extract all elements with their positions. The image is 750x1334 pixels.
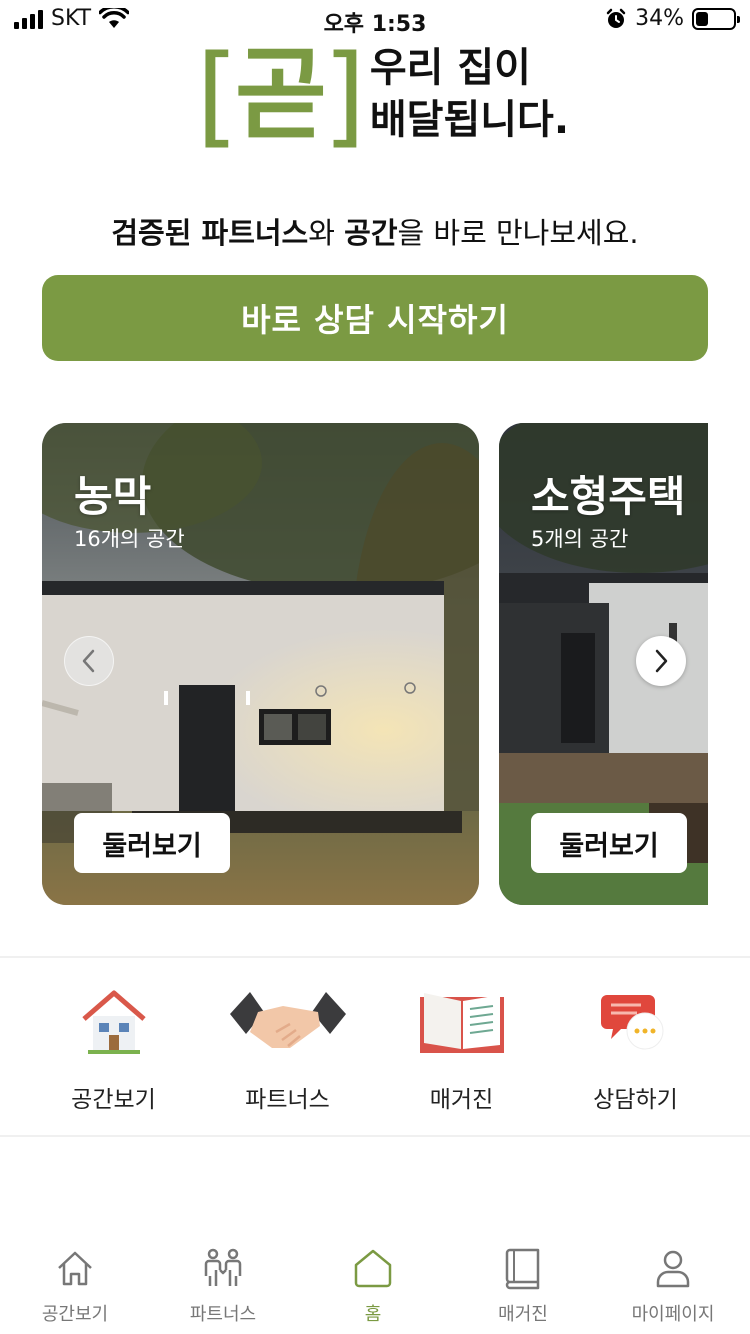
house-icon xyxy=(26,982,201,1062)
chevron-left-icon xyxy=(82,649,95,673)
alarm-clock-icon xyxy=(606,8,626,28)
quick-menu: 공간보기 파트너스 매거진 상담하기 xyxy=(0,960,750,1135)
space-carousel[interactable]: 농막 16개의 공간 둘러보기 소형주택 5개의 공간 둘러보기 xyxy=(42,423,708,905)
carousel-card-farm-hut[interactable]: 농막 16개의 공간 둘러보기 xyxy=(42,423,479,905)
tab-magazine[interactable]: 매거진 xyxy=(448,1244,598,1326)
status-bar: SKT 오후 1:53 34% xyxy=(0,0,750,40)
brand-logo: [ 곧 ] 우리 집이 배달됩니다. xyxy=(196,40,569,150)
house-outline-icon xyxy=(0,1244,150,1292)
tagline-rest: 을 바로 만나보세요. xyxy=(397,216,639,250)
handshake-icon xyxy=(200,982,375,1062)
tab-label: 홈 xyxy=(364,1304,382,1325)
quick-menu-consult[interactable]: 상담하기 xyxy=(548,982,723,1114)
quick-menu-label: 매거진 xyxy=(429,1087,494,1113)
quick-menu-label: 공간보기 xyxy=(71,1087,156,1113)
start-consultation-button[interactable]: 바로 상담 시작하기 xyxy=(42,275,708,361)
tab-home[interactable]: 홈 xyxy=(298,1244,448,1326)
logo-mark: [ 곧 ] xyxy=(196,31,366,159)
open-book-icon xyxy=(374,982,549,1062)
logo-bracket-left: [ xyxy=(196,31,239,159)
tagline: 검증된 파트너스와 공간을 바로 만나보세요. xyxy=(0,210,750,252)
quick-menu-label: 상담하기 xyxy=(593,1087,678,1113)
quick-menu-spaces[interactable]: 공간보기 xyxy=(26,982,201,1114)
book-icon xyxy=(448,1244,598,1292)
tab-spaces[interactable]: 공간보기 xyxy=(0,1244,150,1326)
home-icon xyxy=(298,1244,448,1292)
battery-icon xyxy=(692,7,740,30)
quick-menu-partners[interactable]: 파트너스 xyxy=(200,982,375,1114)
bottom-tab-bar: 공간보기 파트너스 홈 매거진 마이페이지 xyxy=(0,1230,750,1334)
card-subtitle: 16개의 공간 xyxy=(74,527,185,551)
card-title: 농막 xyxy=(74,472,152,521)
tab-label: 매거진 xyxy=(498,1304,548,1325)
logo-line-2: 배달됩니다. xyxy=(369,97,570,143)
divider xyxy=(0,1135,750,1137)
battery-level xyxy=(696,11,708,26)
logo-line-1: 우리 집이 xyxy=(369,45,531,91)
tab-mypage[interactable]: 마이페이지 xyxy=(598,1244,748,1326)
browse-button[interactable]: 둘러보기 xyxy=(74,813,230,873)
tab-label: 마이페이지 xyxy=(631,1304,715,1325)
person-icon xyxy=(598,1244,748,1292)
tab-partners[interactable]: 파트너스 xyxy=(148,1244,298,1326)
people-icon xyxy=(148,1244,298,1292)
card-title: 소형주택 xyxy=(531,472,686,521)
card-subtitle: 5개의 공간 xyxy=(531,527,629,551)
tab-label: 공간보기 xyxy=(41,1304,109,1325)
quick-menu-magazine[interactable]: 매거진 xyxy=(374,982,549,1114)
battery-percentage: 34% xyxy=(635,6,684,31)
chevron-right-icon xyxy=(655,649,668,673)
logo-bracket-right: ] xyxy=(322,31,366,159)
carousel-prev-button[interactable] xyxy=(64,636,114,686)
chat-bubbles-icon xyxy=(548,982,723,1062)
quick-menu-label: 파트너스 xyxy=(245,1087,330,1113)
tagline-space: 공간 xyxy=(344,216,398,250)
tagline-partners: 검증된 파트너스 xyxy=(111,216,309,250)
carousel-next-button[interactable] xyxy=(636,636,686,686)
logo-text: 우리 집이 배달됩니다. xyxy=(370,40,569,146)
browse-button[interactable]: 둘러보기 xyxy=(531,813,687,873)
tab-label: 파트너스 xyxy=(189,1304,257,1325)
logo-mark-text: 곧 xyxy=(234,36,327,153)
status-right: 34% xyxy=(605,6,740,31)
tagline-and: 와 xyxy=(308,216,345,250)
divider xyxy=(0,956,750,958)
